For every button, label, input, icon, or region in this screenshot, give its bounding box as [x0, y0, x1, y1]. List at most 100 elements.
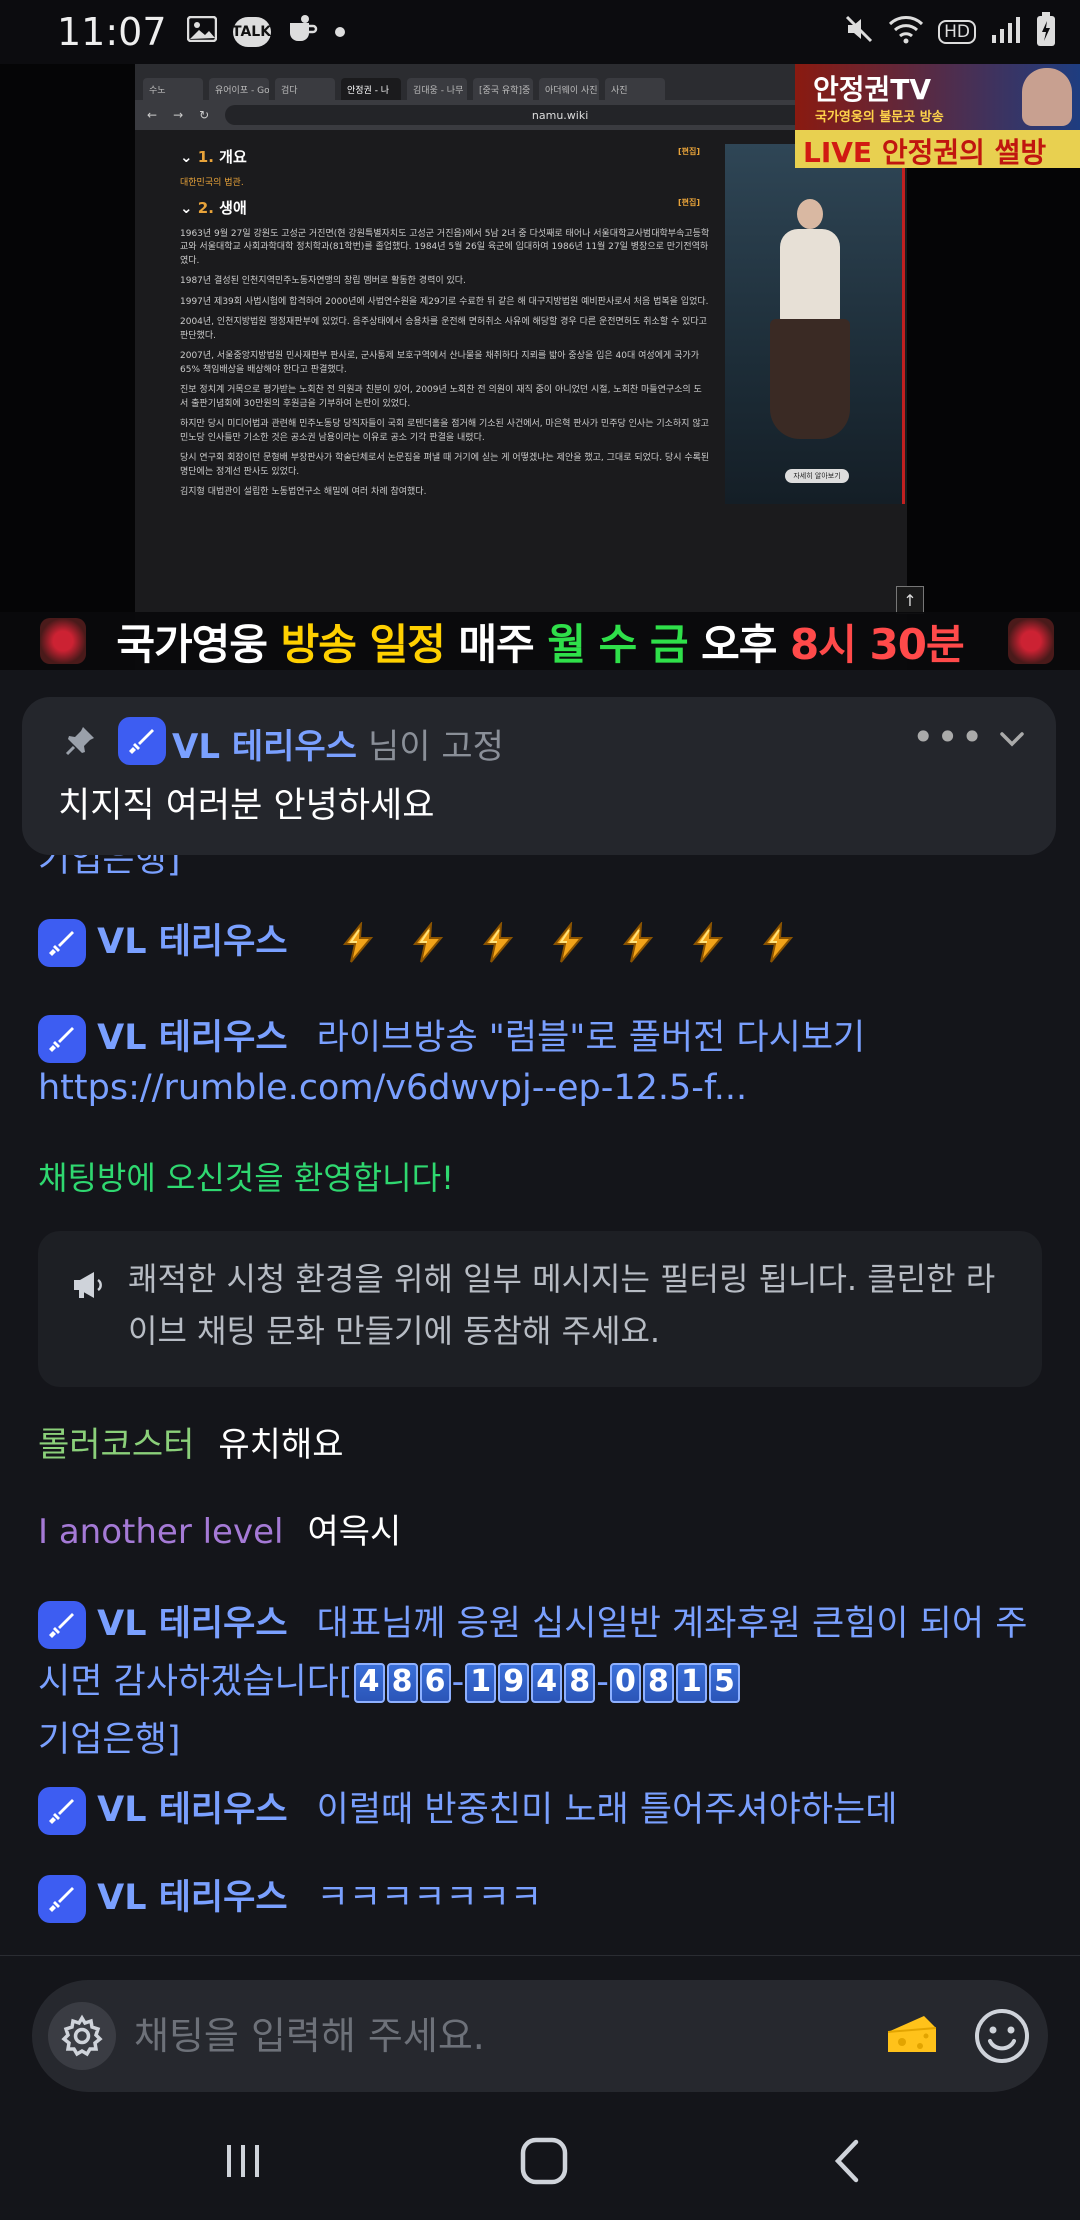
- wiki-section-heading: ⌄ 2. 생애 [편집]: [180, 198, 700, 217]
- browser-tab: 유어이포 - Go: [209, 78, 269, 100]
- account-digit: 8: [386, 1663, 418, 1703]
- account-dash: -: [451, 1662, 465, 1702]
- account-dash: -: [596, 1662, 609, 1702]
- gold-emote-icon: [692, 922, 723, 963]
- forward-arrow-icon: →: [173, 108, 184, 122]
- chat-author[interactable]: VL 테리우스: [97, 1878, 287, 1918]
- gold-emote-icon: [762, 922, 793, 963]
- chat-message: VL 테리우스 ㅋㅋㅋㅋㅋㅋㅋ: [38, 1873, 1048, 1923]
- talk-icon: TALK: [232, 17, 271, 47]
- ad-image: 자세히 알아보기: [725, 144, 905, 504]
- account-digit: 5: [708, 1663, 740, 1703]
- chat-message: VL 테리우스 라이브방송 "럼블"로 풀버전 다시보기https://rumb…: [38, 1013, 1048, 1113]
- gear-icon[interactable]: [48, 2002, 116, 2070]
- account-digit: 4: [353, 1663, 385, 1703]
- notice-text: 쾌적한 시청 환경을 위해 일부 메시지는 필터링 됩니다. 클린한 라이브 채…: [128, 1260, 996, 1350]
- account-digit: 8: [642, 1663, 674, 1703]
- more-options-icon[interactable]: •••: [912, 715, 985, 759]
- video-player[interactable]: 수노 유어이포 - Go 검다 안정권 - 나 김대웅 - 나무 [중국 유학]…: [0, 64, 1080, 670]
- wiki-line: 1963년 9월 27일 강원도 고성군 거진면(현 강원특별자치도 고성군 거…: [180, 228, 710, 266]
- emblem-icon: [40, 618, 86, 664]
- schedule-ticker: 국가영웅 방송 일정 매주 월 수 금 오후 8시 30분: [0, 612, 1080, 670]
- chat-input[interactable]: [134, 2004, 824, 2068]
- screen-shared-browser: 수노 유어이포 - Go 검다 안정권 - 나 김대웅 - 나무 [중국 유학]…: [135, 64, 907, 670]
- browser-tab: 안정권 - 나: [341, 78, 401, 100]
- wiki-line: 1987년 결성된 인천지역민주노동자연맹의 창립 멤버로 활동한 경력이 있다…: [180, 276, 466, 286]
- gold-emote-icon: [622, 922, 653, 963]
- chat-author[interactable]: VL 테리우스: [97, 1604, 287, 1644]
- status-bar: 11:07 TALK HD: [0, 0, 1080, 64]
- ad-button: 자세히 알아보기: [785, 469, 849, 483]
- gold-emote-icon: [552, 922, 583, 963]
- account-digit: 1: [465, 1663, 497, 1703]
- chat-author[interactable]: I another level: [38, 1512, 283, 1552]
- gallery-icon: [186, 15, 217, 49]
- wiki-line: 2004년, 인천지방법원 행정재판부에 있었다. 음주상태에서 승용차를 운전…: [180, 317, 707, 341]
- pinned-author[interactable]: VL 테리우스: [172, 719, 357, 768]
- chat-message-partial: 기업은행]: [38, 855, 181, 880]
- pinned-suffix: 님이 고정: [368, 727, 504, 767]
- browser-tab: 수노: [143, 78, 203, 100]
- sword-badge-icon: [38, 1787, 86, 1835]
- sword-badge-icon: [38, 1601, 86, 1649]
- dot-icon: [334, 27, 345, 37]
- live-label: LIVE: [803, 136, 873, 169]
- chat-list[interactable]: 기업은행] VL 테리우스 VL 테리우스 라이브방송 "럼블"로 풀버전 다시…: [0, 855, 1080, 1955]
- cheese-icon[interactable]: [884, 2008, 940, 2064]
- chat-message: I another level 여윽시: [38, 1507, 1048, 1557]
- chat-message: VL 테리우스 대표님께 응원 십시일반 계좌후원 큰힘이 되어 주시면 감사하…: [38, 1595, 1048, 1769]
- gold-emote-icon: [342, 922, 373, 963]
- chat-author[interactable]: VL 테리우스: [97, 1018, 287, 1058]
- back-icon[interactable]: [818, 2131, 878, 2191]
- wiki-line: 진보 정치계 거목으로 평가받는 노회찬 전 의원과 친분이 있어, 2009년…: [180, 385, 702, 409]
- chat-message: VL 테리우스: [38, 917, 1048, 967]
- emote-row: [323, 922, 813, 963]
- browser-tab: [중국 유학]중: [473, 78, 533, 100]
- home-icon[interactable]: [514, 2131, 574, 2191]
- gold-emote-icon: [482, 922, 513, 963]
- wifi-icon: [888, 14, 924, 51]
- chat-author[interactable]: VL 테리우스: [97, 922, 287, 962]
- pinned-message[interactable]: VL 테리우스 님이 고정 ••• 치지직 여러분 안녕하세요: [22, 697, 1056, 855]
- reload-icon: ↻: [199, 108, 210, 122]
- wiki-line: 당시 연구회 회장이던 문형배 부장판사가 학술단체로서 논문집을 펴낼 때 거…: [180, 453, 710, 477]
- chevron-down-icon[interactable]: [992, 719, 1032, 759]
- chat-text: 기업은행]: [38, 1720, 181, 1760]
- account-digit: 9: [498, 1663, 530, 1703]
- pinned-text: 치지직 여러분 안녕하세요: [58, 786, 435, 826]
- account-digit: 8: [564, 1663, 596, 1703]
- recent-apps-icon[interactable]: [213, 2131, 273, 2191]
- wiki-section-heading: ⌄ 1. 개요 [편집]: [180, 147, 700, 166]
- browser-tab: 검다: [275, 78, 335, 100]
- emoji-icon[interactable]: [972, 2006, 1032, 2066]
- chat-text: 이럴때 반중친미 노래 틀어주셔야하는데: [316, 1790, 898, 1830]
- chat-author[interactable]: VL 테리우스: [97, 1790, 287, 1830]
- signal-icon: [990, 15, 1022, 50]
- chat-message: VL 테리우스 이럴때 반중친미 노래 틀어주셔야하는데: [38, 1785, 1048, 1835]
- gold-emote-icon: [412, 922, 443, 963]
- chat-text: 유치해요: [218, 1425, 344, 1465]
- filter-notice: 쾌적한 시청 환경을 위해 일부 메시지는 필터링 됩니다. 클린한 라이브 채…: [38, 1231, 1042, 1387]
- android-nav-bar: [0, 2101, 1080, 2220]
- sword-badge-icon: [38, 1875, 86, 1923]
- account-number: 486-1948-0815: [353, 1662, 741, 1703]
- emblem-icon: [1008, 618, 1054, 664]
- chat-input-pill: [32, 1980, 1048, 2092]
- coffee-icon: [287, 14, 319, 50]
- pin-icon: [64, 725, 96, 765]
- account-digit: 6: [419, 1663, 451, 1703]
- browser-url-bar: ← → ↻ namu.wiki: [135, 100, 907, 130]
- browser-tab-strip: 수노 유어이포 - Go 검다 안정권 - 나 김대웅 - 나무 [중국 유학]…: [135, 64, 907, 100]
- host-portrait: [1022, 68, 1072, 126]
- ad-model-body: [780, 229, 840, 324]
- show-name: 안정권의 썰방: [881, 136, 1047, 169]
- chat-text: ㅋㅋㅋㅋㅋㅋㅋ: [316, 1878, 543, 1918]
- mute-icon: [844, 14, 874, 51]
- browser-tab: 아더웨이 사진: [539, 78, 599, 100]
- browser-tab: 사진: [605, 78, 665, 100]
- hd-icon: HD: [938, 20, 976, 44]
- chat-input-bar: [0, 1955, 1080, 2101]
- wiki-line: 1997년 제39회 사법시험에 합격하여 2000년에 사법연수원을 제29기…: [180, 296, 709, 307]
- ad-model-head: [797, 199, 823, 229]
- chat-author[interactable]: 롤러코스터: [38, 1425, 194, 1465]
